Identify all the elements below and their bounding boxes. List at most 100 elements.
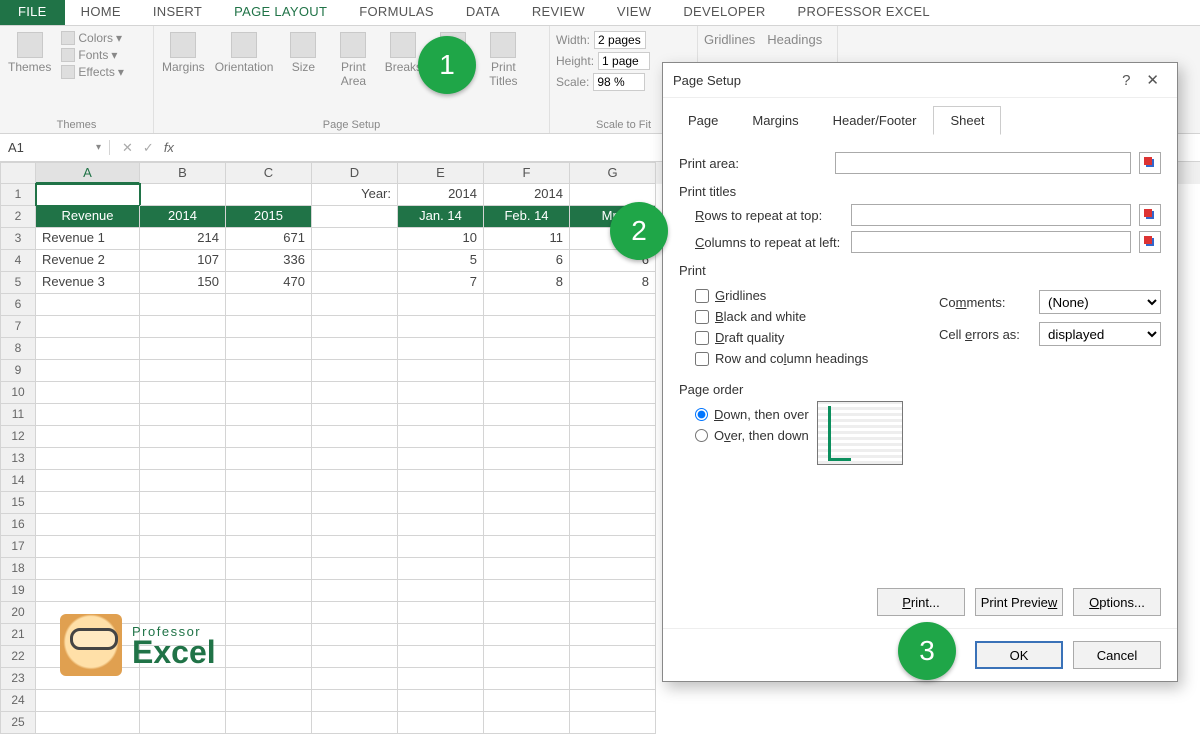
cell[interactable] (570, 536, 656, 558)
cell[interactable] (570, 404, 656, 426)
row-header[interactable]: 13 (0, 448, 36, 470)
column-header-A[interactable]: A (36, 162, 140, 184)
print-area-input[interactable] (835, 152, 1131, 174)
row-header[interactable]: 3 (0, 228, 36, 250)
cell[interactable] (398, 404, 484, 426)
cell[interactable] (570, 580, 656, 602)
cell[interactable] (312, 470, 398, 492)
cell[interactable] (570, 690, 656, 712)
errors-select[interactable]: displayed (1039, 322, 1161, 346)
cell[interactable] (398, 712, 484, 734)
cell[interactable] (140, 404, 226, 426)
cell[interactable] (570, 602, 656, 624)
cell[interactable] (312, 448, 398, 470)
tab-insert[interactable]: INSERT (137, 0, 218, 25)
dialog-tab-sheet[interactable]: Sheet (933, 106, 1001, 135)
cell[interactable] (484, 448, 570, 470)
row-header[interactable]: 21 (0, 624, 36, 646)
column-header-E[interactable]: E (398, 162, 484, 184)
over-then-down-radio[interactable]: Over, then down (695, 428, 809, 443)
cell[interactable] (36, 382, 140, 404)
cell[interactable] (570, 668, 656, 690)
cell[interactable] (398, 294, 484, 316)
row-header[interactable]: 12 (0, 426, 36, 448)
row-header[interactable]: 19 (0, 580, 36, 602)
cell[interactable] (226, 294, 312, 316)
tab-home[interactable]: HOME (65, 0, 137, 25)
row-header[interactable]: 8 (0, 338, 36, 360)
tab-developer[interactable]: DEVELOPER (667, 0, 781, 25)
cell[interactable]: 6 (484, 250, 570, 272)
cell[interactable] (398, 338, 484, 360)
cell[interactable]: 214 (140, 228, 226, 250)
cell[interactable] (570, 492, 656, 514)
rows-repeat-ref-button[interactable] (1139, 204, 1161, 226)
cell[interactable]: 7 (398, 272, 484, 294)
cell[interactable] (312, 580, 398, 602)
cell[interactable] (570, 294, 656, 316)
cell[interactable]: Revenue 1 (36, 228, 140, 250)
cell[interactable] (140, 338, 226, 360)
chevron-down-icon[interactable]: ▾ (96, 142, 101, 153)
cell[interactable] (140, 492, 226, 514)
row-header[interactable]: 11 (0, 404, 36, 426)
cell[interactable]: 11 (484, 228, 570, 250)
cell[interactable] (398, 668, 484, 690)
cell[interactable] (226, 426, 312, 448)
cell[interactable] (36, 426, 140, 448)
cell[interactable] (140, 580, 226, 602)
cell[interactable] (226, 184, 312, 206)
row-header[interactable]: 22 (0, 646, 36, 668)
cell[interactable] (312, 624, 398, 646)
tab-file[interactable]: FILE (0, 0, 65, 25)
row-header[interactable]: 6 (0, 294, 36, 316)
cell[interactable] (226, 536, 312, 558)
cell[interactable] (226, 690, 312, 712)
cell[interactable] (140, 316, 226, 338)
print-area-button[interactable]: Print Area (331, 28, 375, 92)
cell[interactable] (312, 206, 398, 228)
cell[interactable] (36, 316, 140, 338)
cell[interactable]: 8 (484, 272, 570, 294)
row-header[interactable]: 4 (0, 250, 36, 272)
cell[interactable] (398, 624, 484, 646)
cell[interactable] (312, 646, 398, 668)
row-header[interactable]: 23 (0, 668, 36, 690)
cell[interactable] (140, 426, 226, 448)
themes-button[interactable]: Themes (6, 28, 53, 78)
cell[interactable] (484, 536, 570, 558)
cell[interactable] (484, 404, 570, 426)
gridlines-checkbox[interactable]: Gridlines (695, 288, 899, 303)
confirm-icon[interactable]: ✓ (143, 140, 154, 156)
cell[interactable] (36, 536, 140, 558)
cell[interactable] (484, 646, 570, 668)
print-titles-button[interactable]: Print Titles (481, 28, 525, 92)
cell[interactable] (36, 492, 140, 514)
cell[interactable] (570, 646, 656, 668)
effects-button[interactable]: Effects ▾ (59, 64, 126, 80)
fonts-button[interactable]: Fonts ▾ (59, 47, 126, 63)
cell[interactable] (484, 338, 570, 360)
cell[interactable] (484, 382, 570, 404)
row-col-headings-checkbox[interactable]: Row and column headings (695, 351, 899, 366)
cell[interactable] (570, 426, 656, 448)
print-button[interactable]: Print... (877, 588, 965, 616)
height-control[interactable]: Height: (556, 51, 650, 71)
black-white-checkbox[interactable]: Black and white (695, 309, 899, 324)
tab-formulas[interactable]: FORMULAS (343, 0, 450, 25)
cell[interactable]: 150 (140, 272, 226, 294)
cell[interactable]: Revenue 3 (36, 272, 140, 294)
cell[interactable] (140, 558, 226, 580)
cell[interactable] (226, 404, 312, 426)
comments-select[interactable]: (None) (1039, 290, 1161, 314)
select-all-corner[interactable] (0, 162, 36, 184)
tab-view[interactable]: VIEW (601, 0, 667, 25)
cell[interactable] (140, 294, 226, 316)
cell[interactable] (484, 294, 570, 316)
cell[interactable] (36, 448, 140, 470)
cell[interactable] (312, 382, 398, 404)
cell[interactable]: 2014 (484, 184, 570, 206)
cell[interactable] (140, 382, 226, 404)
cell[interactable] (484, 316, 570, 338)
cell[interactable] (398, 492, 484, 514)
